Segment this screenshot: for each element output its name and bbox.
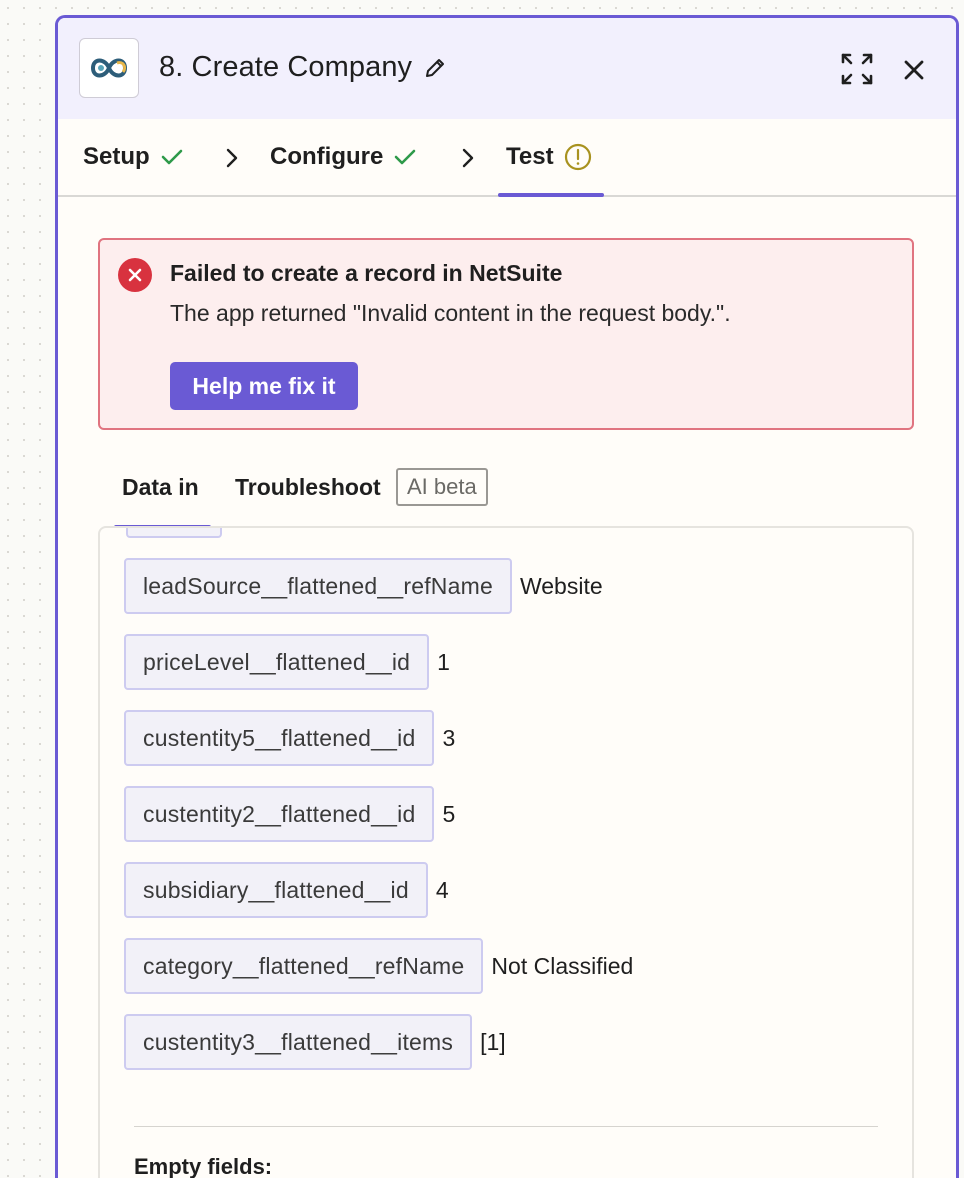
ai-beta-badge: AI beta [396, 468, 488, 506]
data-in-panel[interactable]: leadSource__flattened__refName Website p… [98, 526, 914, 1178]
field-value: 4 [435, 876, 449, 903]
panel-header: 8. Create Company [58, 18, 956, 119]
error-title: Failed to create a record in NetSuite [170, 260, 563, 286]
field-value: [1] [480, 1028, 506, 1055]
field-value: Website [519, 572, 603, 599]
field-key-pill: custentity3__flattened__items [124, 1014, 473, 1070]
field-key-pill: custentity2__flattened__id [124, 786, 435, 842]
error-message: The app returned "Invalid content in the… [170, 300, 731, 326]
field-row: custentity2__flattened__id 5 [124, 786, 455, 842]
data-tabs: Data in Troubleshoot AI beta [98, 468, 914, 529]
step-progress-nav: Setup Configure Test [58, 119, 956, 197]
field-key-pill: leadSource__flattened__refName [124, 558, 512, 614]
section-divider [134, 1126, 878, 1127]
step-title[interactable]: 8. Create Company [159, 51, 412, 84]
field-key-pill: priceLevel__flattened__id [124, 634, 430, 690]
check-icon [160, 147, 184, 167]
field-key-pill: subsidiary__flattened__id [124, 862, 428, 918]
empty-fields-heading: Empty fields: [134, 1154, 273, 1178]
tab-test[interactable]: Test [506, 143, 592, 171]
field-row: subsidiary__flattened__id 4 [124, 862, 449, 918]
field-value: 3 [442, 724, 456, 751]
pencil-icon[interactable] [422, 55, 448, 81]
field-key-pill: category__flattened__refName [124, 938, 484, 994]
error-x-icon [118, 258, 152, 292]
field-row: custentity3__flattened__items [1] [124, 1014, 506, 1070]
field-key-pill: custentity5__flattened__id [124, 710, 435, 766]
tab-troubleshoot[interactable]: Troubleshoot [235, 474, 381, 501]
field-key-pill [126, 528, 222, 538]
field-value: 5 [442, 800, 456, 827]
chevron-right-icon [222, 145, 242, 171]
field-row: leadSource__flattened__refName Website [124, 558, 603, 614]
error-alert: Failed to create a record in NetSuite Th… [98, 238, 914, 430]
field-value: 1 [437, 648, 450, 675]
active-step-indicator [498, 193, 604, 197]
check-icon [393, 147, 417, 167]
expand-arrows-icon[interactable] [839, 51, 875, 87]
warning-circle-icon [564, 143, 592, 171]
step-label: Configure [270, 143, 384, 170]
close-icon[interactable] [898, 54, 930, 86]
field-row: custentity5__flattened__id 3 [124, 710, 455, 766]
field-row: category__flattened__refName Not Classif… [124, 938, 633, 994]
field-value: Not Classified [491, 952, 634, 979]
step-label: Test [506, 143, 554, 170]
netsuite-logo [79, 38, 139, 98]
tab-data-in[interactable]: Data in [122, 474, 199, 501]
chevron-right-icon [458, 145, 478, 171]
tab-setup[interactable]: Setup [83, 143, 184, 171]
tab-configure[interactable]: Configure [270, 143, 417, 171]
step-editor-panel: 8. Create Company Setup Configure Test F… [55, 15, 959, 1178]
step-label: Setup [83, 143, 150, 170]
field-row: priceLevel__flattened__id 1 [124, 634, 450, 690]
help-me-fix-button[interactable]: Help me fix it [170, 362, 358, 410]
